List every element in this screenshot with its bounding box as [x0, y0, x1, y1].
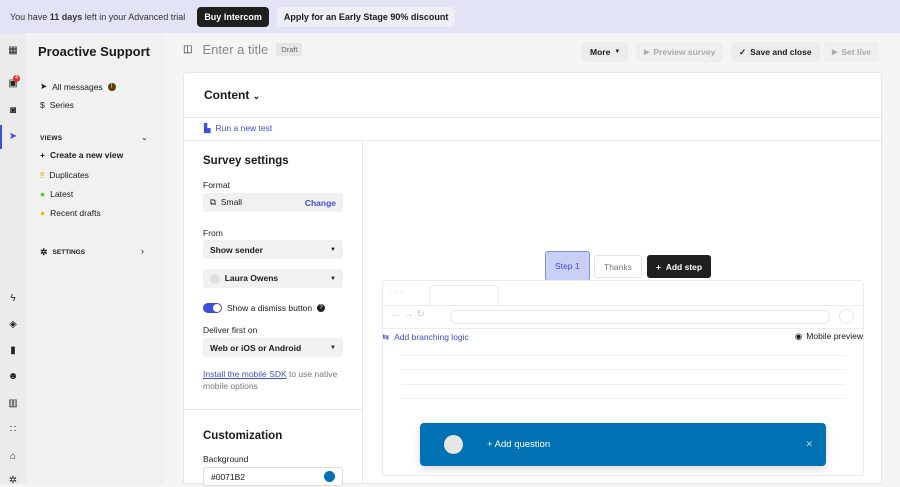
customization-heading: Customization — [203, 430, 283, 442]
app-rail: ▦ ▣ 4 ◙ ➤ ϟ ◈ ▮ ☻ ▥ ∷ ⌂ ✲ — [0, 33, 26, 487]
buy-intercom-button[interactable]: Buy Intercom — [197, 6, 269, 27]
knowledge-icon[interactable]: ▥ — [7, 398, 19, 410]
apple-emoji-icon: ● — [40, 189, 46, 199]
sidebar-item-duplicates[interactable]: ‼ Duplicates — [40, 170, 89, 180]
background-color-input[interactable]: #0071B2 — [203, 467, 343, 486]
dismiss-toggle-row: Show a dismiss button? — [203, 303, 326, 313]
color-swatch[interactable] — [324, 471, 335, 482]
address-bar — [450, 310, 830, 324]
browser-tab — [429, 285, 499, 305]
intercom-logo-icon[interactable]: ▦ — [7, 45, 19, 57]
help-icon[interactable]: ? — [317, 304, 326, 312]
background-label: Background — [203, 454, 249, 464]
save-close-button[interactable]: ✓ Save and close — [731, 42, 820, 62]
active-indicator — [0, 125, 2, 149]
set-live-button[interactable]: ▶ Set live — [824, 42, 880, 62]
chevron-down-icon: ⌄ — [252, 91, 261, 101]
layers-icon[interactable]: ◈ — [7, 319, 19, 331]
avatar — [444, 435, 463, 454]
survey-settings-heading: Survey settings — [203, 155, 289, 167]
alert-icon: ! — [107, 82, 116, 91]
plus-icon: + — [656, 261, 661, 272]
dismiss-toggle[interactable] — [203, 303, 222, 313]
sdk-note: Install the mobile SDK to use native mob… — [203, 369, 338, 391]
sidebar: Proactive Support ➤ All messages! $ Series… — [26, 33, 164, 484]
from-select[interactable]: Show sender ▼ — [203, 240, 343, 259]
status-badge: Draft — [276, 43, 303, 56]
window-dots-icon: ○○○ — [389, 289, 405, 296]
sender-select[interactable]: Laura Owens ▼ — [203, 269, 343, 288]
sidebar-toggle-icon[interactable]: ◫ — [183, 44, 192, 55]
ab-test-icon: ▙ — [204, 123, 211, 133]
views-chevron-icon[interactable]: ⌄ — [141, 133, 148, 142]
academy-icon[interactable]: ⌂ — [7, 451, 19, 463]
change-format-link[interactable]: Change — [305, 198, 336, 208]
deliver-select[interactable]: Web or iOS or Android ▼ — [203, 338, 343, 357]
plus-icon: + — [40, 150, 45, 160]
survey-settings-panel: Survey settings Format ⧉ Small Change Fro… — [184, 140, 363, 486]
trial-text: You have 11 days left in your Advanced t… — [10, 11, 186, 22]
bot-icon[interactable]: ◙ — [7, 105, 19, 117]
caret-down-icon: ▼ — [330, 344, 336, 351]
create-view-button[interactable]: + Create a new view — [40, 150, 123, 160]
apps-icon[interactable]: ∷ — [7, 424, 19, 436]
caret-down-icon: ▼ — [330, 246, 336, 253]
send-icon: ➤ — [40, 81, 48, 91]
lightning-icon[interactable]: ϟ — [7, 293, 19, 305]
sidebar-item-recent-drafts[interactable]: ● Recent drafts — [40, 208, 101, 218]
format-icon: ⧉ — [210, 197, 217, 207]
add-question-button[interactable]: + Add question — [487, 439, 550, 450]
add-step-button[interactable]: + Add step — [647, 255, 712, 278]
trial-banner: You have 11 days left in your Advanced t… — [0, 0, 900, 33]
sidebar-title: Proactive Support — [38, 44, 150, 59]
gear-icon: ✲ — [40, 247, 48, 257]
play-icon: ▶ — [832, 49, 838, 56]
sidebar-item-latest[interactable]: ● Latest — [40, 189, 73, 199]
survey-preview-bar: + Add question ✕ — [420, 423, 826, 466]
avatar — [210, 273, 220, 284]
content-dropdown[interactable]: Content ⌄ — [204, 88, 260, 102]
settings-icon[interactable]: ✲ — [7, 475, 19, 487]
contacts-icon[interactable]: ☻ — [7, 371, 19, 383]
preview-survey-button[interactable]: ▶ Preview survey — [636, 42, 724, 62]
more-button[interactable]: More ▼ — [582, 42, 629, 62]
sidebar-item-all-messages[interactable]: ➤ All messages! — [40, 81, 116, 92]
reports-icon[interactable]: ▮ — [7, 345, 19, 357]
browser-nav-icons: ← → ↻ — [391, 309, 425, 320]
close-icon[interactable]: ✕ — [805, 439, 813, 450]
title-input[interactable]: Enter a title — [202, 42, 268, 57]
caret-down-icon: ▼ — [614, 49, 621, 55]
outbound-icon[interactable]: ➤ — [7, 131, 19, 143]
sidebar-settings[interactable]: ✲ SETTINGS — [40, 247, 85, 258]
thanks-tab[interactable]: Thanks — [594, 255, 642, 278]
install-sdk-link[interactable]: Install the mobile SDK — [203, 369, 287, 379]
series-icon: $ — [40, 100, 45, 110]
format-label: Format — [203, 180, 230, 190]
run-test-link[interactable]: ▙ Run a new test — [204, 123, 272, 134]
from-label: From — [203, 228, 223, 238]
check-icon: ✓ — [739, 46, 747, 57]
step-1-tab[interactable]: Step 1 — [545, 251, 590, 281]
browser-menu-icon — [839, 309, 854, 324]
editor-header: ◫ Enter a title Draft — [183, 42, 303, 57]
discount-button[interactable]: Apply for an Early Stage 90% discount — [276, 6, 456, 27]
duplicates-emoji-icon: ‼ — [40, 170, 45, 180]
inbox-badge: 4 — [13, 75, 20, 82]
editor-card: Content ⌄ ▙ Run a new test Survey setting… — [183, 72, 882, 486]
caret-down-icon: ▼ — [330, 275, 336, 282]
views-heading: VIEWS — [40, 135, 63, 142]
lemon-emoji-icon: ● — [40, 208, 46, 218]
settings-chevron-icon[interactable]: › — [141, 246, 144, 256]
sidebar-item-series[interactable]: $ Series — [40, 100, 74, 110]
format-field: ⧉ Small Change — [203, 193, 343, 212]
play-icon: ▶ — [644, 49, 650, 56]
deliver-label: Deliver first on — [203, 325, 258, 335]
